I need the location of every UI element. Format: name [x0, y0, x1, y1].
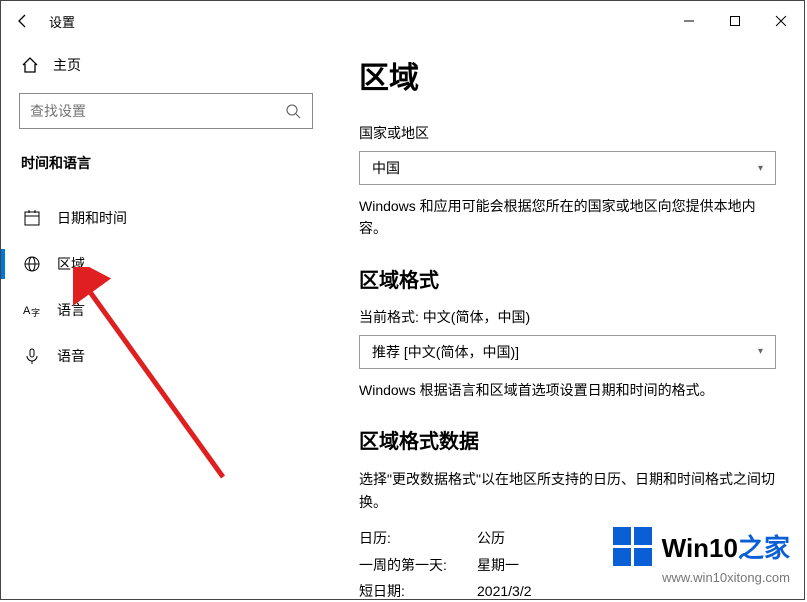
search-icon	[284, 102, 302, 120]
country-desc: Windows 和应用可能会根据您所在的国家或地区向您提供本地内容。	[359, 195, 776, 240]
sidebar: 主页 时间和语言 日期和时间 区域 A字 语言	[1, 41, 331, 599]
minimize-button[interactable]	[666, 5, 712, 37]
close-icon	[775, 15, 787, 27]
country-label: 国家或地区	[359, 123, 776, 143]
country-value: 中国	[372, 158, 400, 178]
language-icon: A字	[23, 301, 41, 319]
svg-text:A: A	[23, 305, 31, 317]
format-value: 推荐 [中文(简体，中国)]	[372, 342, 519, 362]
maximize-button[interactable]	[712, 5, 758, 37]
home-link[interactable]: 主页	[19, 41, 313, 93]
category-title: 时间和语言	[19, 151, 313, 189]
calendar-icon	[23, 209, 41, 227]
sidebar-item-region[interactable]: 区域	[19, 241, 313, 287]
windows-logo-icon	[613, 527, 652, 566]
home-icon	[21, 56, 39, 74]
globe-icon	[23, 255, 41, 273]
country-select[interactable]: 中国 ▾	[359, 151, 776, 185]
back-button[interactable]	[1, 1, 45, 41]
title-bar: 设置	[1, 1, 804, 41]
data-desc: 选择"更改数据格式"以在地区所支持的日历、日期和时间格式之间切换。	[359, 468, 776, 513]
watermark-url: www.win10xitong.com	[613, 570, 790, 585]
arrow-left-icon	[15, 13, 31, 29]
search-input[interactable]	[30, 103, 284, 119]
minimize-icon	[683, 15, 695, 27]
main-content: 区域 国家或地区 中国 ▾ Windows 和应用可能会根据您所在的国家或地区向…	[331, 41, 804, 599]
search-box[interactable]	[19, 93, 313, 129]
watermark: Win10之家 www.win10xitong.com	[613, 527, 790, 585]
data-heading: 区域格式数据	[359, 425, 776, 454]
maximize-icon	[729, 15, 741, 27]
sidebar-item-speech[interactable]: 语音	[19, 333, 313, 379]
sidebar-item-label: 语言	[57, 300, 85, 320]
home-label: 主页	[53, 55, 81, 75]
current-format-label: 当前格式: 中文(简体，中国)	[359, 307, 776, 327]
format-heading: 区域格式	[359, 264, 776, 293]
svg-text:字: 字	[31, 307, 40, 318]
chevron-down-icon: ▾	[758, 346, 763, 357]
window-title: 设置	[49, 12, 75, 31]
sidebar-item-language[interactable]: A字 语言	[19, 287, 313, 333]
chevron-down-icon: ▾	[758, 163, 763, 174]
format-select[interactable]: 推荐 [中文(简体，中国)] ▾	[359, 335, 776, 369]
sidebar-item-label: 语音	[57, 346, 85, 366]
page-title: 区域	[359, 53, 776, 97]
sidebar-item-label: 日期和时间	[57, 208, 127, 228]
close-button[interactable]	[758, 5, 804, 37]
sidebar-item-label: 区域	[57, 254, 85, 274]
sidebar-item-datetime[interactable]: 日期和时间	[19, 195, 313, 241]
microphone-icon	[23, 347, 41, 365]
format-desc: Windows 根据语言和区域首选项设置日期和时间的格式。	[359, 379, 776, 401]
